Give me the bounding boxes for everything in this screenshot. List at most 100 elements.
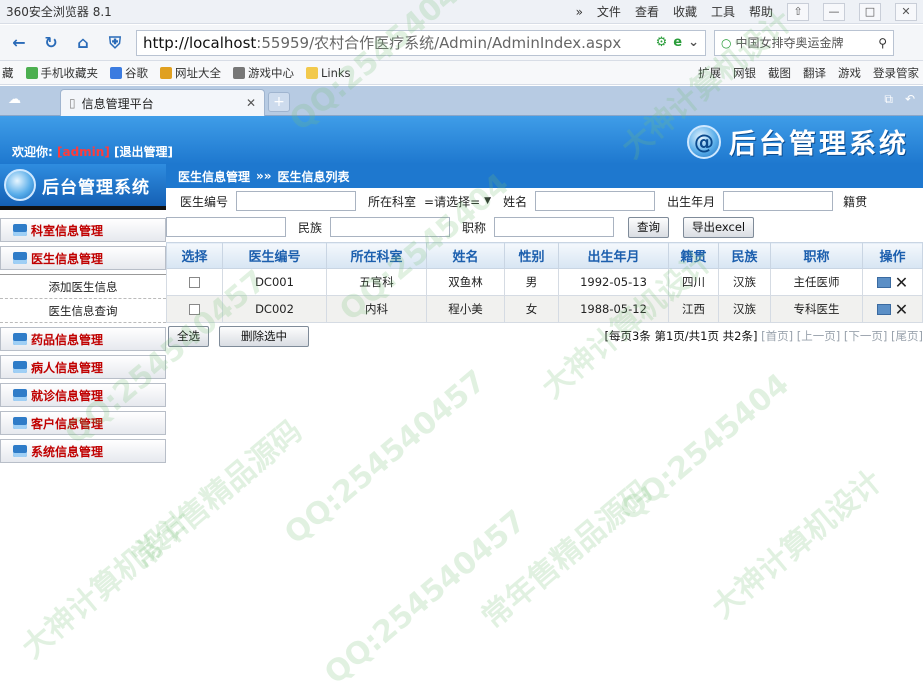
delete-icon[interactable]: ✕ [895, 273, 908, 292]
monitor-icon [13, 333, 27, 345]
url-path: :55959/农村合作医疗系统/Admin/AdminIndex.aspx [256, 32, 621, 53]
menu-help[interactable]: 帮助 [749, 3, 773, 20]
refresh-icon[interactable]: ↻ [38, 30, 64, 56]
native-input[interactable] [166, 217, 286, 237]
shield-icon[interactable]: ⛨ [102, 30, 128, 56]
query-button[interactable]: 查询 [628, 217, 669, 238]
url-input[interactable]: http://localhost :55959/农村合作医疗系统/Admin/A… [136, 30, 706, 56]
sidebar-item-patient[interactable]: 病人信息管理 [0, 355, 166, 379]
close-tab-icon[interactable]: ✕ [246, 96, 256, 110]
submenu-query-doctor[interactable]: 医生信息查询 [0, 299, 166, 323]
fav-hao-label: 网址大全 [175, 65, 221, 81]
favorites-fragment[interactable]: 藏 [2, 65, 14, 81]
fav-mobile[interactable]: 手机收藏夹 [26, 65, 99, 81]
browser-titlebar: 360安全浏览器 8.1 » 文件 查看 收藏 工具 帮助 ⇧ — □ ✕ [0, 0, 923, 24]
home-icon[interactable]: ⌂ [70, 30, 96, 56]
logout-link[interactable]: [退出管理] [114, 145, 173, 159]
back-icon[interactable]: ← [6, 30, 32, 56]
brand-at-icon: @ [687, 125, 721, 159]
cell-ethnicity: 汉族 [719, 296, 771, 323]
search-input[interactable]: ○ 中国女排夺奥运金牌 ⚲ [714, 30, 894, 56]
select-all-button[interactable]: 全选 [168, 326, 209, 347]
ie-mode-icon[interactable]: e [673, 35, 682, 50]
toolbar-games[interactable]: 游戏 [838, 65, 861, 81]
pager-prev[interactable]: [上一页] [797, 329, 840, 343]
menu-tools[interactable]: 工具 [711, 3, 735, 20]
doctor-no-input[interactable] [236, 191, 356, 211]
row-checkbox[interactable] [189, 304, 200, 315]
cell-dept: 五官科 [327, 269, 427, 296]
fav-games-label: 游戏中心 [248, 65, 294, 81]
sidebar-logo-text: 后台管理系统 [42, 173, 150, 198]
edit-icon[interactable] [877, 277, 891, 288]
edit-icon[interactable] [877, 304, 891, 315]
fav-links[interactable]: Links [306, 66, 351, 80]
table-header-row: 选择 医生编号 所在科室 姓名 性别 出生年月 籍贯 民族 职称 操作 [167, 243, 923, 269]
sidebar-item-label: 病人信息管理 [31, 359, 103, 376]
sidebar-item-label: 就诊信息管理 [31, 387, 103, 404]
row-select-cell [167, 296, 223, 323]
pager-last[interactable]: [尾页] [891, 329, 923, 343]
delete-icon[interactable]: ✕ [895, 300, 908, 319]
toolbar-screenshot[interactable]: 截图 [768, 65, 791, 81]
sidebar-item-system[interactable]: 系统信息管理 [0, 439, 166, 463]
compat-mode-icon[interactable]: ⚙ [656, 35, 668, 50]
col-name: 姓名 [427, 243, 505, 269]
minimize-icon[interactable]: — [823, 3, 845, 21]
fav-games[interactable]: 游戏中心 [233, 65, 294, 81]
pager-first[interactable]: [首页] [761, 329, 793, 343]
cell-doctor-no: DC001 [223, 269, 327, 296]
menu-view[interactable]: 查看 [635, 3, 659, 20]
ethnicity-input[interactable] [330, 217, 450, 237]
maximize-icon[interactable]: □ [859, 3, 881, 21]
search-icon[interactable]: ⚲ [878, 36, 887, 50]
sidebar: 后台管理系统 科室信息管理 医生信息管理 添加医生信息 医生信息查询 药品信息管… [0, 164, 166, 484]
export-excel-button[interactable]: 导出excel [683, 217, 754, 238]
birth-input[interactable] [723, 191, 833, 211]
toolbar-translate[interactable]: 翻译 [803, 65, 826, 81]
watermark-slogan: 常年售精品源码 [470, 468, 659, 637]
sidebar-item-doctor[interactable]: 医生信息管理 [0, 246, 166, 270]
menu-more[interactable]: » [576, 5, 583, 19]
toolbar-extensions[interactable]: 扩展 [698, 65, 721, 81]
fav-google[interactable]: 谷歌 [110, 65, 148, 81]
submenu-add-doctor[interactable]: 添加医生信息 [0, 275, 166, 299]
native-label: 籍贯 [843, 193, 867, 210]
fav-hao[interactable]: 网址大全 [160, 65, 221, 81]
dept-select[interactable]: =请选择= ▼ [424, 193, 491, 210]
menu-file[interactable]: 文件 [597, 3, 621, 20]
tab-list-icon[interactable]: ☁ [8, 92, 21, 107]
tab-restore-icon[interactable]: ⧉ [884, 92, 893, 107]
toolbar-bank[interactable]: 网银 [733, 65, 756, 81]
search-engine-icon[interactable]: ○ [721, 36, 731, 50]
sidebar-item-department[interactable]: 科室信息管理 [0, 218, 166, 242]
title-input[interactable] [494, 217, 614, 237]
row-checkbox[interactable] [189, 277, 200, 288]
sidebar-item-customer[interactable]: 客户信息管理 [0, 411, 166, 435]
row-select-cell [167, 269, 223, 296]
breadcrumb-parent[interactable]: 医生信息管理 [178, 168, 250, 185]
cell-birth: 1992-05-13 [559, 269, 669, 296]
close-window-icon[interactable]: ✕ [895, 3, 917, 21]
sidebar-item-visit[interactable]: 就诊信息管理 [0, 383, 166, 407]
toolbar-login[interactable]: 登录管家 [873, 65, 919, 81]
name-input[interactable] [535, 191, 655, 211]
delete-selected-button[interactable]: 删除选中 [219, 326, 309, 347]
pager-summary: [每页3条 第1页/共1页 共2条] [605, 329, 758, 343]
undo-icon[interactable]: ↶ [905, 92, 915, 106]
menu-favorites[interactable]: 收藏 [673, 3, 697, 20]
pin-icon[interactable]: ⇧ [787, 3, 809, 21]
tab-bar: ☁ ▯ 信息管理平台 ✕ + ⧉ ↶ [0, 86, 923, 116]
breadcrumb-separator: »» [256, 169, 272, 183]
monitor-icon [13, 417, 27, 429]
watermark-slogan: 大神计算机设计 [700, 458, 889, 627]
new-tab-button[interactable]: + [268, 92, 290, 112]
url-dropdown-icon[interactable]: ⌄ [688, 35, 699, 50]
cell-operation: ✕ [863, 296, 923, 323]
sidebar-item-medicine[interactable]: 药品信息管理 [0, 327, 166, 351]
pager-info: [每页3条 第1页/共1页 共2条] [首页] [上一页] [下一页] [尾页] [605, 328, 923, 344]
tab-info-platform[interactable]: ▯ 信息管理平台 ✕ [60, 89, 265, 116]
pager-next[interactable]: [下一页] [844, 329, 887, 343]
col-ethnicity: 民族 [719, 243, 771, 269]
watermark-qq: QQ:254540457 [278, 363, 493, 551]
